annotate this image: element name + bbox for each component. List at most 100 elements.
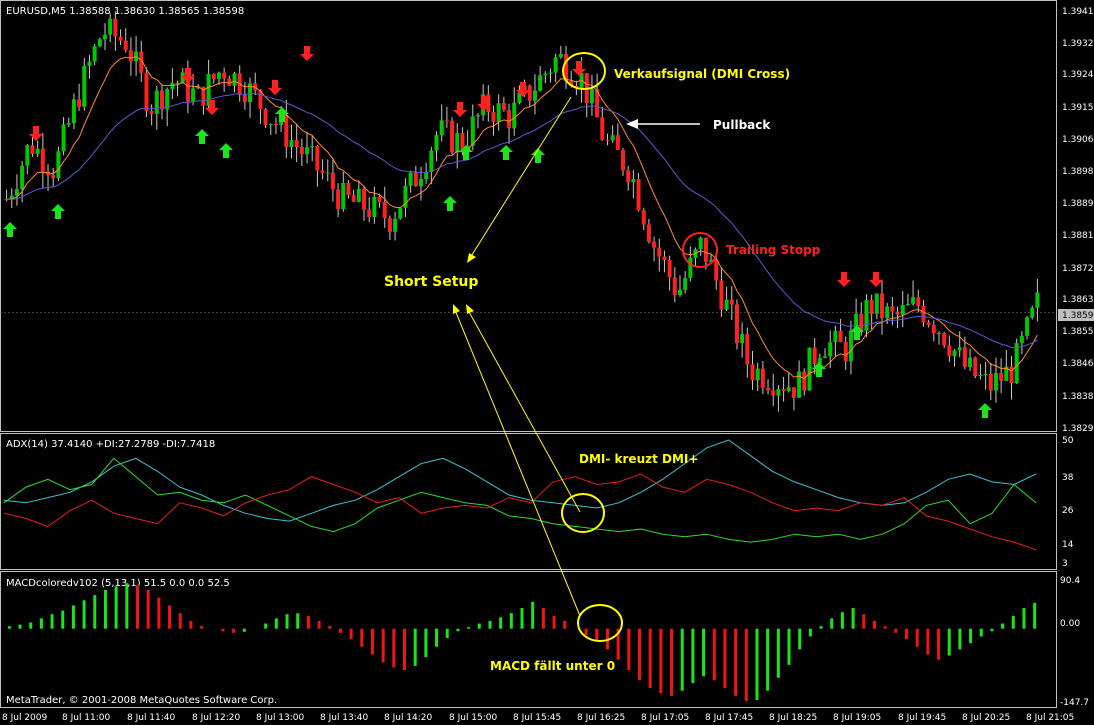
- candle-body: [999, 373, 1004, 381]
- candle-body: [936, 333, 941, 335]
- candle-body: [833, 330, 838, 343]
- x-tick-2: 8 Jul 11:40: [127, 713, 176, 723]
- x-tick-1: 8 Jul 11:00: [62, 713, 111, 723]
- candle-body: [926, 322, 931, 325]
- candle-body: [418, 179, 423, 187]
- macd-panel-label: MACDcoloredv102 (5,13,1) 51.5 0.0 0.0 52…: [6, 578, 230, 589]
- candle-body: [263, 109, 268, 125]
- x-tick-8: 8 Jul 15:45: [513, 713, 561, 723]
- trading-chart[interactable]: EURUSD,M5 1.38588 1.38630 1.38565 1.3859…: [0, 0, 1094, 725]
- candle-body: [781, 389, 786, 391]
- candle-body: [807, 347, 812, 391]
- adx-tick-1: 38: [1062, 473, 1074, 483]
- candle-body: [942, 333, 947, 346]
- x-tick-4: 8 Jul 13:00: [256, 713, 305, 723]
- candle-body: [911, 297, 916, 304]
- candle-body: [957, 347, 962, 351]
- candle-body: [895, 311, 900, 315]
- short-setup-label: Short Setup: [384, 274, 478, 290]
- candle-body: [740, 334, 745, 344]
- candle-body: [30, 145, 35, 155]
- price-tick-13: 1.38295: [1062, 424, 1094, 434]
- candle-body: [993, 373, 998, 391]
- candle-body: [97, 39, 102, 47]
- price-tick-9: 1.38635: [1062, 295, 1094, 305]
- candle-body: [299, 146, 304, 155]
- price-tick-6: 1.38895: [1062, 199, 1094, 209]
- candle-body: [532, 90, 537, 101]
- candle-body: [113, 18, 118, 37]
- candle-body: [450, 120, 455, 153]
- candle-body: [289, 139, 294, 148]
- candle-body: [341, 182, 346, 210]
- candle-body: [812, 347, 817, 364]
- candle-body: [755, 368, 760, 381]
- candle-body: [128, 50, 133, 62]
- candle-body: [367, 209, 372, 218]
- candle-body: [968, 357, 973, 367]
- candle-body: [455, 133, 460, 153]
- candle-body: [719, 280, 724, 310]
- candle-body: [273, 123, 278, 125]
- macd-below-zero-label: MACD fällt unter 0: [490, 659, 615, 673]
- price-tick-11: 1.38465: [1062, 359, 1094, 369]
- candle-body: [589, 89, 594, 104]
- x-tick-10: 8 Jul 17:05: [641, 713, 689, 723]
- sell-signal-label: Verkaufsignal (DMI Cross): [614, 67, 790, 81]
- candle-body: [615, 135, 620, 150]
- candle-body: [470, 116, 475, 146]
- candle-body: [734, 304, 739, 344]
- candle-body: [175, 82, 180, 84]
- candle-body: [745, 334, 750, 365]
- copyright-text: MetaTrader, © 2001-2008 MetaQuotes Softw…: [6, 695, 277, 706]
- candle-body: [159, 90, 164, 110]
- candle-body: [103, 34, 108, 40]
- candle-body: [35, 148, 40, 155]
- x-tick-11: 8 Jul 17:45: [705, 713, 753, 723]
- candle-body: [108, 18, 113, 35]
- candle-body: [750, 364, 755, 381]
- candle-body: [305, 147, 310, 155]
- candle-body: [387, 218, 392, 232]
- candle-body: [20, 165, 25, 190]
- chart-background: [0, 0, 1094, 725]
- candle-body: [776, 389, 781, 396]
- candle-body: [880, 293, 885, 319]
- candle-body: [605, 139, 610, 141]
- candle-body: [382, 201, 387, 219]
- candle-body: [667, 259, 672, 278]
- price-tick-12: 1.38380: [1062, 392, 1094, 402]
- candle-body: [434, 135, 439, 151]
- candle-body: [242, 94, 247, 103]
- candle-body: [398, 207, 403, 219]
- candle-body: [362, 188, 367, 210]
- candle-body: [538, 75, 543, 91]
- candle-body: [1030, 307, 1035, 318]
- adx-tick-0: 50: [1062, 436, 1074, 446]
- candle-body: [82, 65, 87, 107]
- candle-body: [444, 120, 449, 122]
- candle-body: [351, 195, 356, 202]
- candle-body: [372, 196, 377, 218]
- candle-body: [677, 289, 682, 296]
- candle-body: [325, 172, 330, 174]
- candle-body: [439, 120, 444, 136]
- adx-tick-4: 3: [1062, 559, 1068, 569]
- candle-body: [1025, 317, 1030, 336]
- candle-body: [491, 112, 496, 122]
- candle-body: [683, 278, 688, 290]
- price-tick-4: 1.39065: [1062, 135, 1094, 145]
- candle-body: [14, 189, 19, 196]
- adx-tick-3: 14: [1062, 540, 1074, 550]
- price-tick-8: 1.38720: [1062, 264, 1094, 274]
- candle-body: [672, 277, 677, 296]
- candle-body: [330, 172, 335, 190]
- macd-tick-2: -147.7: [1060, 698, 1089, 708]
- pullback-label: Pullback: [713, 118, 771, 132]
- x-tick-3: 8 Jul 12:20: [192, 713, 241, 723]
- candle-body: [621, 149, 626, 171]
- price-tick-1: 1.39325: [1062, 39, 1094, 49]
- candle-body: [501, 103, 506, 111]
- candle-body: [51, 174, 56, 179]
- candle-body: [890, 306, 895, 312]
